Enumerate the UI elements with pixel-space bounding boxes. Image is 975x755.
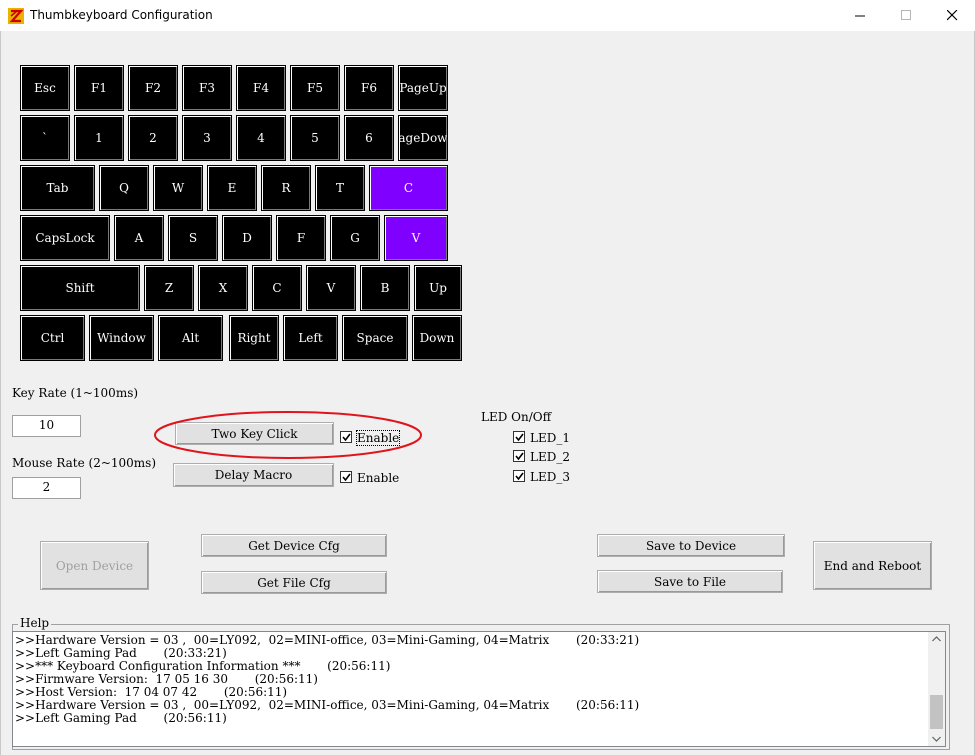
key-5-0[interactable]: Ctrl [20, 315, 85, 361]
key-0-3[interactable]: F3 [182, 65, 232, 111]
delay-enable-checkbox[interactable] [340, 471, 352, 483]
key-0-5[interactable]: F5 [290, 65, 340, 111]
app-icon [8, 8, 24, 24]
check-icon [515, 452, 524, 461]
mouse-rate-input[interactable]: 2 [12, 477, 81, 499]
key-5-3[interactable]: Right [229, 315, 279, 361]
led-3-label[interactable]: LED_3 [530, 470, 570, 484]
key-2-6[interactable]: C [369, 165, 448, 211]
key-1-6[interactable]: 6 [344, 115, 394, 161]
key-5-6[interactable]: Down [412, 315, 462, 361]
key-0-7[interactable]: PageUp [398, 65, 448, 111]
key-1-4[interactable]: 4 [236, 115, 286, 161]
key-0-6[interactable]: F6 [344, 65, 394, 111]
key-3-0[interactable]: CapsLock [20, 215, 110, 261]
led-1-label[interactable]: LED_1 [530, 431, 570, 445]
led-2-label[interactable]: LED_2 [530, 450, 570, 464]
key-5-5[interactable]: Space [342, 315, 408, 361]
key-2-2[interactable]: W [153, 165, 203, 211]
maximize-icon [901, 10, 911, 20]
led-2-checkbox[interactable] [513, 450, 525, 462]
key-4-5[interactable]: B [360, 265, 410, 311]
minimize-icon [855, 15, 865, 17]
delay-macro-button[interactable]: Delay Macro [173, 463, 334, 487]
red-highlight-ellipse [154, 411, 422, 459]
check-icon [515, 433, 524, 442]
key-3-1[interactable]: A [114, 215, 164, 261]
scroll-down-icon [932, 736, 941, 742]
led-title: LED On/Off [481, 410, 552, 424]
get-file-cfg-button[interactable]: Get File Cfg [201, 571, 387, 594]
close-icon [947, 10, 958, 21]
check-icon [515, 472, 524, 481]
key-0-2[interactable]: F2 [128, 65, 178, 111]
key-4-3[interactable]: C [252, 265, 302, 311]
key-5-1[interactable]: Window [89, 315, 154, 361]
maximize-button[interactable] [883, 0, 929, 31]
key-3-5[interactable]: G [330, 215, 380, 261]
key-0-0[interactable]: Esc [20, 65, 70, 111]
key-1-7[interactable]: PageDown [398, 115, 448, 161]
led-1-checkbox[interactable] [513, 431, 525, 443]
key-4-4[interactable]: V [306, 265, 356, 311]
log-scrollbar-thumb[interactable] [930, 695, 943, 729]
key-4-2[interactable]: X [198, 265, 248, 311]
key-1-1[interactable]: 1 [74, 115, 124, 161]
key-2-0[interactable]: Tab [20, 165, 95, 211]
minimize-button[interactable] [837, 0, 883, 31]
title-bar: Thumbkeyboard Configuration [0, 0, 975, 31]
mouse-rate-label: Mouse Rate (2~100ms) [12, 456, 157, 470]
delay-enable-label[interactable]: Enable [357, 471, 399, 485]
save-to-device-button[interactable]: Save to Device [597, 534, 785, 557]
key-5-2[interactable]: Alt [158, 315, 223, 361]
key-3-3[interactable]: D [222, 215, 272, 261]
key-2-4[interactable]: R [261, 165, 311, 211]
key-3-4[interactable]: F [276, 215, 326, 261]
key-rate-input[interactable]: 10 [12, 415, 81, 437]
key-rate-label: Key Rate (1~100ms) [12, 386, 139, 400]
key-2-1[interactable]: Q [99, 165, 149, 211]
log-line: >>Left Gaming Pad (20:56:11) [15, 711, 227, 725]
key-1-5[interactable]: 5 [290, 115, 340, 161]
key-2-5[interactable]: T [315, 165, 365, 211]
save-to-file-button[interactable]: Save to File [597, 570, 783, 593]
key-0-1[interactable]: F1 [74, 65, 124, 111]
key-1-3[interactable]: 3 [182, 115, 232, 161]
help-log[interactable]: >>Hardware Version = 03 , 00=LY092, 02=M… [12, 631, 946, 747]
key-1-0[interactable]: ` [20, 115, 70, 161]
key-3-2[interactable]: S [168, 215, 218, 261]
window-title: Thumbkeyboard Configuration [30, 8, 213, 22]
open-device-button[interactable]: Open Device [40, 541, 149, 590]
key-2-3[interactable]: E [207, 165, 257, 211]
check-icon [342, 473, 351, 482]
key-1-2[interactable]: 2 [128, 115, 178, 161]
key-4-1[interactable]: Z [144, 265, 194, 311]
key-5-4[interactable]: Left [283, 315, 338, 361]
close-button[interactable] [929, 0, 975, 31]
get-device-cfg-button[interactable]: Get Device Cfg [201, 534, 387, 557]
key-4-6[interactable]: Up [414, 265, 462, 311]
end-and-reboot-button[interactable]: End and Reboot [813, 541, 932, 590]
scroll-up-icon [932, 636, 941, 642]
help-caption: Help [18, 616, 52, 630]
key-3-6[interactable]: V [384, 215, 448, 261]
key-0-4[interactable]: F4 [236, 65, 286, 111]
led-3-checkbox[interactable] [513, 470, 525, 482]
key-4-0[interactable]: Shift [20, 265, 140, 311]
